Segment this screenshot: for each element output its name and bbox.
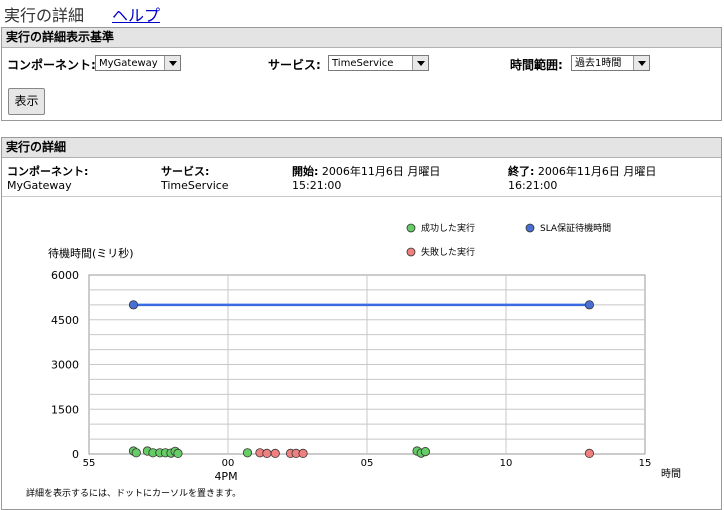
service-label: サービス: — [268, 58, 321, 72]
chevron-down-icon — [633, 56, 649, 70]
service-select-value: TimeService — [332, 58, 394, 69]
y-tick-label: 6000 — [51, 269, 79, 282]
y-axis-label: 待機時間(ミリ秒) — [48, 246, 134, 260]
legend-marker — [406, 247, 416, 257]
detail-end-label: 終了: — [508, 165, 535, 178]
help-link[interactable]: ヘルプ — [112, 2, 160, 26]
data-point — [298, 448, 308, 459]
detail-start-label: 開始: — [292, 165, 319, 178]
component-label: コンポーネント: — [7, 58, 96, 72]
x-hour-label: 4PM — [214, 470, 237, 483]
range-label: 時間範囲: — [510, 58, 563, 72]
page-title: 実行の詳細 — [4, 6, 85, 25]
chart-legend: 成功した実行 SLA保証待機時間失敗した実行 — [406, 222, 611, 258]
legend-label: SLA保証待機時間 — [540, 222, 611, 234]
detail-service-label: サービス: — [161, 165, 210, 178]
detail-end-date: 2006年11月6日 月曜日 — [537, 165, 657, 178]
y-tick-label: 1500 — [51, 403, 79, 416]
detail-component-value: MyGateway — [7, 179, 72, 192]
component-select-value: MyGateway — [99, 58, 158, 69]
legend-marker — [406, 223, 416, 233]
y-tick-label: 4500 — [51, 314, 79, 327]
x-axis-label: 時間 — [661, 468, 681, 480]
component-select[interactable]: MyGateway — [95, 55, 181, 71]
y-tick-label: 3000 — [51, 359, 79, 372]
x-tick-label: 15 — [639, 458, 652, 469]
data-point — [270, 448, 280, 459]
data-point — [584, 300, 595, 310]
show-button[interactable]: 表示 — [8, 88, 45, 115]
detail-component: コンポーネント: MyGateway — [7, 165, 88, 193]
detail-start-date: 2006年11月6日 月曜日 — [321, 165, 441, 178]
data-point — [420, 447, 430, 457]
detail-end-time: 16:21:00 — [508, 179, 558, 192]
details-panel: 実行の詳細 コンポーネント: MyGateway サービス: TimeServi… — [1, 137, 722, 510]
details-title: 実行の詳細 — [2, 138, 721, 158]
detail-component-label: コンポーネント: — [7, 165, 89, 178]
chevron-down-icon — [412, 56, 428, 70]
range-select[interactable]: 過去1時間 — [571, 55, 650, 71]
data-point — [584, 448, 595, 459]
detail-start: 開始: 2006年11月6日 月曜日 15:21:00 — [292, 165, 440, 193]
x-tick-label: 00 — [222, 458, 235, 469]
legend-label: 成功した実行 — [421, 222, 475, 234]
legend-label: 失敗した実行 — [421, 246, 475, 258]
range-select-value: 過去1時間 — [575, 58, 622, 69]
y-tick-label: 0 — [72, 448, 79, 461]
data-point — [128, 300, 139, 310]
chart-grid: 0 1500 3000 4500 6000 55 00 05 10 15 — [51, 269, 651, 469]
legend-marker — [525, 223, 535, 233]
data-point — [131, 448, 141, 458]
page-header: 実行の詳細 ヘルプ — [4, 2, 160, 26]
data-point — [262, 448, 272, 459]
data-point — [242, 448, 253, 458]
latency-chart: 0 1500 3000 4500 6000 55 00 05 10 15 待機時間(ミリ秒) 時間… — [26, 222, 681, 499]
criteria-title: 実行の詳細表示基準 — [2, 28, 721, 48]
hint-text: 詳細を表示するには、ドットにカーソルを置きます。 — [26, 487, 241, 499]
detail-end: 終了: 2006年11月6日 月曜日 16:21:00 — [508, 165, 656, 193]
x-tick-label: 10 — [500, 458, 513, 469]
x-tick-label: 05 — [361, 458, 374, 469]
data-point — [173, 448, 183, 459]
x-tick-label: 55 — [83, 458, 96, 469]
detail-service: サービス: TimeService — [161, 165, 229, 193]
service-select[interactable]: TimeService — [328, 55, 429, 71]
detail-service-value: TimeService — [161, 179, 229, 192]
criteria-panel: 実行の詳細表示基準 コンポーネント: MyGateway サービス: TimeS… — [1, 27, 722, 121]
chevron-down-icon — [164, 56, 180, 70]
detail-start-time: 15:21:00 — [292, 179, 342, 192]
